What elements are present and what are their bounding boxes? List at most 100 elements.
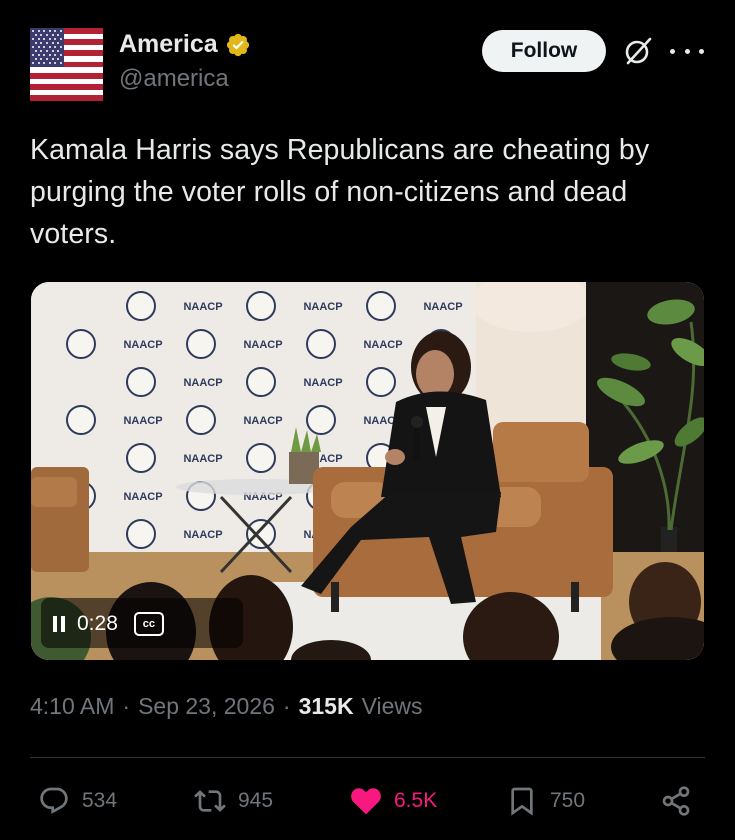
naacp-backdrop-text: NAACP — [183, 301, 222, 313]
tweet-meta: 4:10 AM · Sep 23, 2026 · 315K Views — [30, 693, 423, 720]
naacp-backdrop-text: NAACP — [123, 415, 162, 427]
flag-star — [46, 42, 48, 44]
heart-filled-icon — [351, 788, 381, 815]
divider — [30, 757, 705, 758]
naacp-seal — [246, 519, 276, 549]
flag-star — [54, 62, 57, 64]
flag-star — [48, 46, 51, 48]
flag-star — [32, 54, 34, 56]
naacp-seal — [366, 291, 396, 321]
verified-badge-icon[interactable] — [225, 32, 251, 58]
flag-star — [34, 58, 37, 60]
avatar[interactable] — [30, 28, 103, 101]
flag-star — [48, 62, 51, 64]
tweet-header: America @america Follow — [30, 28, 710, 104]
grok-icon[interactable] — [622, 35, 654, 67]
naacp-seal — [186, 329, 216, 359]
meta-separator: · — [282, 693, 291, 719]
naacp-seal — [66, 405, 96, 435]
share-button[interactable] — [660, 776, 692, 826]
flag-star — [37, 54, 40, 56]
flag-star — [34, 34, 37, 36]
views-count[interactable]: 315K — [299, 693, 354, 720]
account-info: America @america — [119, 30, 251, 93]
flag-star — [57, 34, 60, 36]
flag-star — [40, 34, 43, 36]
naacp-backdrop-text: NAACP — [243, 339, 282, 351]
flag-star — [46, 50, 48, 52]
flag-star — [34, 50, 37, 52]
naacp-seal — [126, 443, 156, 473]
action-bar: 534 945 6.5K 750 — [30, 776, 705, 826]
flag-star — [48, 30, 51, 32]
repost-button[interactable]: 945 — [194, 776, 273, 826]
naacp-backdrop-text: NAACP — [183, 377, 222, 389]
flag-star — [60, 38, 62, 40]
flag-star — [57, 58, 60, 60]
flag-canton — [30, 28, 64, 67]
handle[interactable]: @america — [119, 65, 251, 93]
naacp-backdrop-text: NAACP — [183, 529, 222, 541]
reply-count: 534 — [82, 789, 118, 812]
naacp-backdrop-text: NAACP — [123, 339, 162, 351]
closed-captions-icon[interactable]: cc — [133, 612, 164, 636]
meta-separator: · — [122, 693, 131, 719]
views-label: Views — [361, 693, 423, 719]
flag-star — [60, 54, 62, 56]
naacp-backdrop-text: NAACP — [303, 301, 342, 313]
display-name[interactable]: America — [119, 30, 218, 59]
flag-stripe — [30, 67, 103, 73]
follow-button[interactable]: Follow — [482, 30, 606, 72]
name-row: America — [119, 30, 251, 59]
flag-star — [40, 50, 43, 52]
reply-icon — [40, 787, 68, 814]
flag-star — [40, 42, 43, 44]
tweet-text: Kamala Harris says Republicans are cheat… — [30, 134, 650, 250]
flag-star — [48, 38, 51, 40]
flag-star — [32, 38, 34, 40]
post-date[interactable]: Sep 23, 2026 — [138, 693, 275, 720]
naacp-backdrop-text: NAACP — [363, 339, 402, 351]
flag-star — [48, 54, 51, 56]
flag-star — [43, 46, 46, 48]
reply-button[interactable]: 534 — [38, 776, 117, 826]
flag-star — [32, 62, 34, 64]
bookmark-button[interactable]: 750 — [506, 776, 585, 826]
flag-star — [46, 58, 48, 60]
naacp-seal — [126, 367, 156, 397]
pause-icon[interactable] — [53, 616, 67, 632]
flag-stripe — [30, 89, 103, 96]
flag-star — [37, 46, 40, 48]
naacp-backdrop-text: NAACP — [183, 453, 222, 465]
naacp-seal — [126, 291, 156, 321]
flag-star — [46, 34, 48, 36]
flag-star — [54, 30, 57, 32]
naacp-backdrop-text: NAACP — [423, 301, 462, 313]
naacp-backdrop-text: NAACP — [243, 415, 282, 427]
share-icon — [662, 786, 690, 816]
naacp-seal — [246, 291, 276, 321]
flag-star — [40, 58, 43, 60]
like-count: 6.5K — [394, 789, 438, 812]
flag-star — [37, 38, 40, 40]
flag-star — [51, 50, 54, 52]
flag-star — [37, 30, 40, 32]
flag-star — [32, 46, 34, 48]
us-flag-image — [30, 28, 103, 101]
flag-star — [57, 50, 60, 52]
flag-star — [34, 42, 37, 44]
naacp-seal — [126, 519, 156, 549]
like-button[interactable]: 6.5K — [350, 776, 437, 826]
player-controls: 0:28 cc — [53, 604, 164, 644]
flag-star — [43, 30, 46, 32]
video-time: 0:28 — [77, 612, 118, 635]
video-player[interactable]: NAACP NAACP NAACP NAACP NAACP NAACP NAACP NAACP… — [31, 282, 704, 660]
more-dots-icon[interactable] — [670, 42, 704, 60]
flag-stripe — [30, 78, 103, 85]
naacp-seal — [366, 367, 396, 397]
flag-star — [57, 42, 60, 44]
flag-star — [60, 62, 62, 64]
post-time[interactable]: 4:10 AM — [30, 693, 114, 720]
flag-star — [32, 30, 34, 32]
naacp-seal — [246, 443, 276, 473]
